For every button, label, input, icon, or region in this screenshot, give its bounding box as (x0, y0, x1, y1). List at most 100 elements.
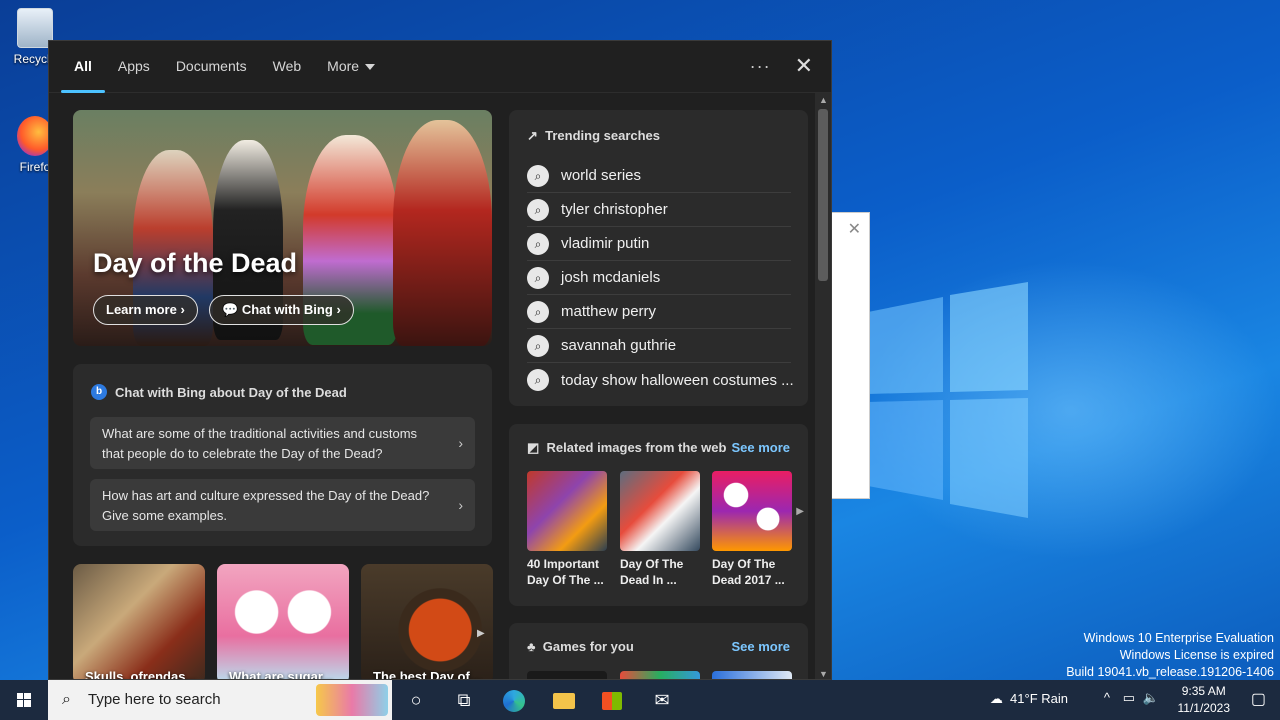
hero-image (393, 120, 492, 346)
clock[interactable]: 9:35 AM 11/1/2023 (1178, 683, 1231, 717)
search-icon: ⌕ (62, 691, 71, 708)
background-window[interactable]: ✕ (830, 212, 870, 499)
microsoft-store-icon[interactable] (588, 680, 636, 720)
search-icon: ⌕ (527, 266, 549, 289)
scroll-right-icon[interactable]: ▶ (477, 628, 485, 639)
search-icon: ⌕ (527, 164, 549, 187)
trending-item[interactable]: ⌕ today show halloween costumes ... (527, 363, 794, 397)
related-images-card: ◩ Related images from the web See more 4… (509, 424, 808, 606)
task-view-icon[interactable]: ⧉ (440, 680, 488, 720)
windows-logo-wallpaper (868, 282, 1028, 518)
trending-item-text: tyler christopher (561, 201, 668, 218)
chevron-right-icon: › (336, 302, 341, 317)
search-icon: ⌕ (527, 334, 549, 357)
chat-with-bing-label: Chat with Bing (241, 302, 333, 317)
trending-item[interactable]: ⌕ savannah guthrie (527, 329, 791, 363)
close-icon[interactable]: ✕ (795, 53, 813, 79)
topic-card[interactable]: Skulls, ofrendas... (73, 564, 205, 680)
tab-more-label: More (327, 57, 360, 74)
network-icon[interactable]: ▭ (1123, 690, 1135, 706)
related-image-label[interactable]: Day Of The Dead 2017 ... (712, 556, 794, 588)
windows-start-icon (17, 693, 31, 707)
related-images-title: Related images from the web (546, 440, 727, 455)
trending-item[interactable]: ⌕ world series (527, 159, 791, 193)
trending-item-text: today show halloween costumes ... (561, 371, 794, 389)
related-image[interactable] (620, 471, 700, 551)
chevron-right-icon: › (458, 497, 463, 513)
trending-searches-card: ↗ Trending searches ⌕ world series ⌕ tyler… (509, 110, 808, 406)
trending-item-text: josh mcdaniels (561, 269, 661, 286)
activation-watermark: Windows 10 Enterprise Evaluation Windows… (1066, 630, 1274, 681)
hero-card[interactable]: Day of the Dead Learn more › 💬 Chat with… (73, 110, 492, 346)
mail-icon[interactable]: ✉ (638, 680, 686, 720)
topic-card-label: The best Day of... (373, 669, 481, 680)
chat-question[interactable]: What are some of the traditional activit… (90, 417, 475, 469)
tab-all[interactable]: All (61, 41, 105, 93)
games-card: ♣ Games for you See more (509, 623, 808, 679)
learn-more-label: Learn more (106, 302, 177, 317)
trending-item[interactable]: ⌕ josh mcdaniels (527, 261, 791, 295)
topic-card[interactable]: What are sugar... (217, 564, 349, 679)
game-thumbnail[interactable] (620, 671, 700, 679)
search-icon: ⌕ (527, 369, 549, 391)
related-image-label[interactable]: Day Of The Dead In ... (620, 556, 702, 588)
trending-item-text: savannah guthrie (561, 337, 677, 354)
file-explorer-icon[interactable] (540, 680, 588, 720)
chevron-right-icon: › (458, 435, 463, 451)
trending-item[interactable]: ⌕ tyler christopher (527, 193, 791, 227)
trending-item-text: vladimir putin (561, 235, 650, 252)
related-image[interactable] (527, 471, 607, 551)
panel-scrollbar[interactable]: ▲ ▼ (815, 93, 831, 679)
search-icon: ⌕ (527, 300, 549, 323)
game-thumbnail[interactable] (712, 671, 792, 679)
topic-card-label: Skulls, ofrendas... (85, 669, 197, 680)
taskbar: ⌕ Type here to search ○ ⧉ ✉ ☁ 41°F Rain … (0, 680, 1280, 720)
topic-card[interactable]: The best Day of... (361, 564, 493, 680)
chat-card-title: Chat with Bing about Day of the Dead (115, 384, 347, 400)
see-more-link[interactable]: See more (731, 639, 790, 654)
weather-text: 41°F Rain (1010, 691, 1068, 706)
tab-web[interactable]: Web (260, 41, 315, 93)
volume-muted-icon[interactable]: 🔈 (1143, 690, 1159, 706)
related-image[interactable] (712, 471, 792, 551)
trending-arrow-icon: ↗ (527, 128, 538, 143)
tab-documents[interactable]: Documents (163, 41, 260, 93)
tab-more[interactable]: More (314, 41, 388, 93)
tab-apps[interactable]: Apps (105, 41, 163, 93)
trending-item[interactable]: ⌕ matthew perry (527, 295, 791, 329)
scroll-down-icon[interactable]: ▼ (819, 669, 828, 679)
watermark-line: Windows License is expired (1119, 648, 1274, 662)
scroll-right-icon[interactable]: ▶ (796, 506, 804, 517)
watermark-line: Windows 10 Enterprise Evaluation (1083, 631, 1274, 645)
search-placeholder: Type here to search (88, 691, 221, 708)
image-icon: ◩ (527, 440, 540, 455)
search-highlight-image (316, 684, 388, 716)
cortana-icon[interactable]: ○ (392, 680, 440, 720)
notification-icon[interactable]: ▢ (1251, 689, 1266, 709)
game-controller-icon: ♣ (527, 639, 536, 654)
chevron-down-icon (365, 63, 376, 70)
trending-item[interactable]: ⌕ vladimir putin (527, 227, 791, 261)
search-icon: ⌕ (527, 198, 549, 221)
start-button[interactable] (0, 680, 48, 720)
chevron-up-icon[interactable]: ^ (1104, 690, 1110, 705)
taskbar-search-box[interactable]: ⌕ Type here to search (48, 680, 392, 720)
chat-bubble-icon: 💬 (222, 302, 239, 317)
chat-question-text: How has art and culture expressed the Da… (102, 488, 430, 523)
see-more-link[interactable]: See more (731, 440, 790, 455)
close-icon[interactable]: ✕ (848, 219, 861, 239)
learn-more-button[interactable]: Learn more › (93, 295, 198, 325)
games-title: Games for you (542, 639, 634, 654)
edge-browser-icon[interactable] (490, 680, 538, 720)
scroll-up-icon[interactable]: ▲ (819, 95, 828, 105)
related-image-label[interactable]: 40 Important Day Of The ... (527, 556, 609, 588)
game-thumbnail[interactable] (527, 671, 607, 679)
scrollbar-thumb[interactable] (818, 109, 828, 281)
chat-with-bing-button[interactable]: 💬 Chat with Bing › (209, 295, 354, 325)
hero-title: Day of the Dead (93, 248, 298, 278)
weather-widget[interactable]: ☁ 41°F Rain (990, 691, 1068, 707)
chat-question[interactable]: How has art and culture expressed the Da… (90, 479, 475, 531)
chat-question-text: What are some of the traditional activit… (102, 426, 418, 461)
bing-chat-card: b Chat with Bing about Day of the Dead Wh… (73, 364, 492, 546)
ellipsis-icon[interactable]: ··· (750, 56, 771, 77)
